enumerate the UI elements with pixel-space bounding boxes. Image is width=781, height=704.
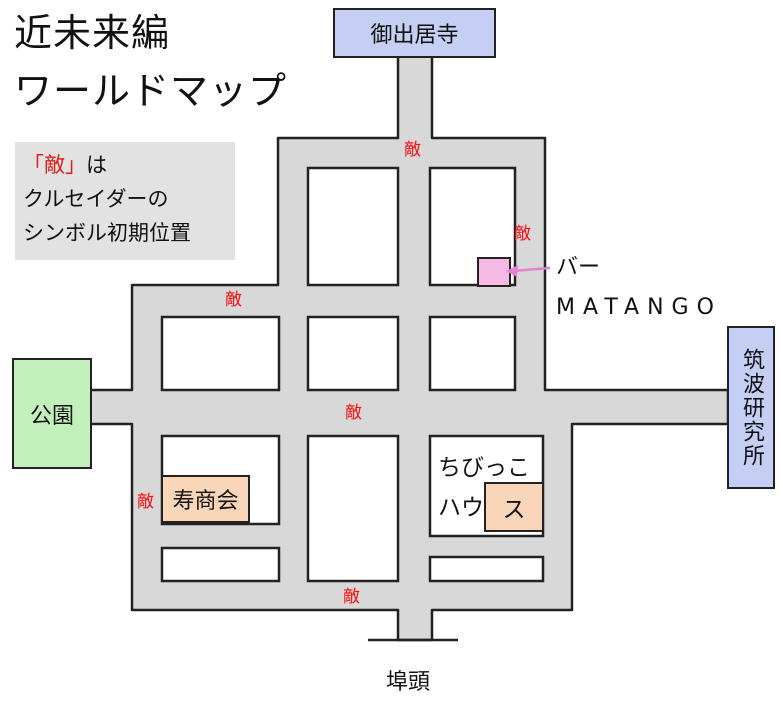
bar-label-line2: MATANGO xyxy=(556,295,722,320)
enemy-marker[interactable]: 敵 xyxy=(343,589,360,606)
park-label: 公園 xyxy=(29,403,74,429)
kotobuki-shokai[interactable]: 寿商会 xyxy=(161,475,250,523)
enemy-marker[interactable]: 敵 xyxy=(404,142,421,159)
chibikko-label-line2: ハウ xyxy=(438,495,484,521)
road-map xyxy=(88,54,730,642)
institute-label: 筑波研究所 xyxy=(739,347,764,468)
temple-gotsuiji[interactable]: 御出居寺 xyxy=(333,8,496,58)
chibikko-label-line1: ちびっこ xyxy=(438,455,530,481)
block xyxy=(428,315,517,392)
block xyxy=(428,555,545,583)
bar-matango-marker[interactable] xyxy=(477,257,511,287)
block xyxy=(160,315,281,392)
chibikko-house[interactable]: ス xyxy=(484,482,544,532)
enemy-marker[interactable]: 敵 xyxy=(225,292,242,309)
temple-label: 御出居寺 xyxy=(370,23,459,48)
block xyxy=(306,166,400,287)
block xyxy=(160,546,281,583)
park[interactable]: 公園 xyxy=(12,358,92,469)
enemy-marker[interactable]: 敵 xyxy=(345,405,362,422)
block xyxy=(306,434,400,583)
block xyxy=(306,315,400,392)
enemy-marker[interactable]: 敵 xyxy=(137,494,154,511)
chibikko-box-label: ス xyxy=(502,497,526,523)
tsukuba-institute[interactable]: 筑波研究所 xyxy=(727,326,775,489)
kotobuki-label: 寿商会 xyxy=(172,489,239,514)
wharf-label[interactable]: 埠頭 xyxy=(386,672,430,694)
enemy-marker[interactable]: 敵 xyxy=(514,226,531,243)
bar-label-line1: バー xyxy=(556,255,601,280)
